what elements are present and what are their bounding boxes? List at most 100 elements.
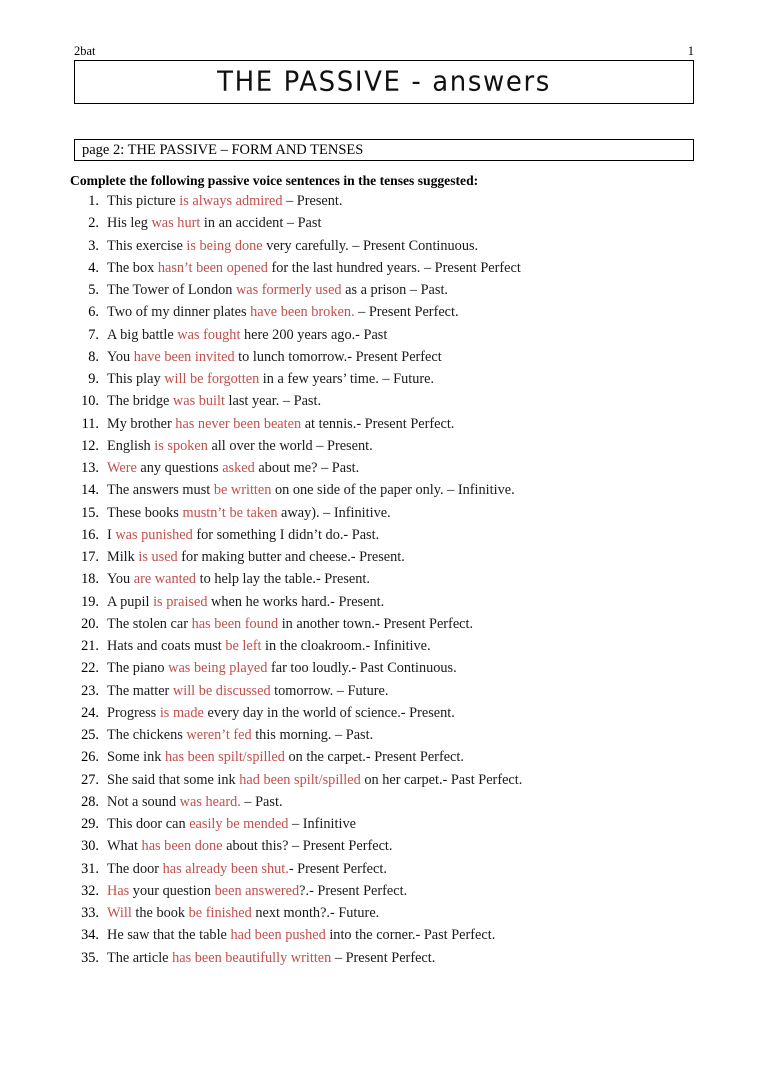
sentence-text: at tennis.- Present Perfect.: [301, 415, 455, 432]
sentence-text: this morning. – Past.: [251, 727, 374, 743]
answer-filled-blank: is made: [159, 704, 204, 721]
answer-filled-blank: weren’t fed: [186, 727, 252, 743]
title-box: THE PASSIVE - answers: [74, 60, 694, 104]
sentence-text: about me? – Past.: [254, 460, 360, 476]
sentence-text: The door: [107, 860, 163, 877]
answer-number: 13.: [81, 460, 99, 476]
answer-filled-blank: have been invited: [133, 348, 235, 365]
sentence-text: Hats and coats must: [107, 638, 226, 654]
sentence-text: as a prison – Past.: [341, 282, 449, 298]
sentence-text: ?.- Present Perfect.: [299, 882, 408, 899]
answer-filled-blank: be left: [225, 638, 262, 654]
answer-number: 3.: [88, 237, 99, 254]
answer-sentence: You are wanted to help lay the table.- P…: [107, 568, 370, 590]
sentence-text: – Past.: [240, 793, 283, 810]
answer-sentence: My brother has never been beaten at tenn…: [107, 413, 454, 435]
sentence-text: in a few years’ time. – Future.: [259, 371, 435, 387]
sentence-text: This exercise: [107, 237, 187, 254]
sentence-text: The matter: [107, 682, 173, 699]
sentence-text: any questions: [136, 460, 223, 476]
sentence-text: Milk: [107, 549, 139, 565]
answer-sentence: He saw that the table had been pushed in…: [107, 924, 495, 946]
sentence-text: Not a sound: [107, 793, 180, 810]
answer-row: 25. The chickens weren’t fed this morning…: [74, 724, 734, 746]
answer-list: 1. This picture is always admired – Prese…: [74, 190, 734, 969]
answer-number: 33.: [81, 905, 99, 921]
answer-row: 26. Some ink has been spilt/spilled on th…: [74, 746, 734, 768]
answer-row: 35. The article has been beautifully writ…: [74, 947, 734, 969]
answer-row: 2. His leg was hurt in an accident – Past: [74, 212, 734, 234]
sentence-text: His leg: [107, 215, 152, 232]
answer-row: 32. Has your question been answered?.- Pr…: [74, 880, 734, 902]
answer-number: 28.: [81, 793, 99, 810]
sentence-text: The chickens: [107, 727, 187, 743]
sentence-text: on one side of the paper only. – Infinit…: [271, 482, 515, 499]
answer-row: 24. Progress is made every day in the wor…: [74, 702, 734, 724]
answer-sentence: The bridge was built last year. – Past.: [107, 390, 321, 412]
answer-row: 18. You are wanted to help lay the table.…: [74, 568, 734, 590]
answer-sentence: This picture is always admired – Present…: [107, 190, 342, 212]
answer-sentence: I was punished for something I didn’t do…: [107, 524, 379, 546]
answer-row: 19. A pupil is praised when he works hard…: [74, 591, 734, 613]
answer-row: 14. The answers must be written on one si…: [74, 479, 734, 501]
sentence-text: The stolen car: [107, 615, 192, 632]
answer-filled-blank: was hurt: [151, 215, 201, 232]
answer-sentence: His leg was hurt in an accident – Past: [107, 212, 321, 234]
answer-sentence: She said that some ink had been spilt/sp…: [107, 769, 522, 791]
answer-number: 14.: [81, 482, 99, 499]
answer-filled-blank: Will: [107, 905, 132, 921]
section-heading: page 2: THE PASSIVE – FORM AND TENSES: [82, 142, 364, 158]
answer-filled-blank: been answered: [214, 882, 300, 899]
answer-row: 33. Will the book be finished next month?…: [74, 902, 734, 924]
answer-sentence: Hats and coats must be left in the cloak…: [107, 635, 431, 657]
answer-number: 20.: [81, 615, 99, 632]
answer-filled-blank: hasn’t been opened: [157, 259, 268, 276]
answer-number: 11.: [81, 415, 99, 432]
answer-filled-blank: had been pushed: [230, 927, 326, 944]
sentence-text: about this? – Present Perfect.: [222, 838, 393, 855]
sentence-text: to lunch tomorrow.- Present Perfect: [234, 348, 442, 365]
answer-sentence: The answers must be written on one side …: [107, 479, 515, 501]
sentence-text: This door can: [107, 816, 190, 832]
answer-row: 34. He saw that the table had been pushed…: [74, 924, 734, 946]
answer-number: 35.: [81, 949, 99, 966]
sentence-text: This play: [107, 371, 165, 387]
answer-sentence: Two of my dinner plates have been broken…: [107, 301, 459, 323]
sentence-text: He saw that the table: [107, 927, 231, 944]
sentence-text: The answers must: [107, 482, 214, 499]
answer-filled-blank: mustn’t be taken: [182, 504, 278, 521]
answer-number: 8.: [88, 348, 99, 365]
answer-row: 20. The stolen car has been found in anot…: [74, 613, 734, 635]
answer-filled-blank: was fought: [177, 326, 241, 343]
sentence-text: in another town.- Present Perfect.: [278, 615, 474, 632]
sentence-text: A big battle: [107, 326, 178, 343]
section-heading-box: page 2: THE PASSIVE – FORM AND TENSES: [74, 139, 694, 161]
sentence-text: here 200 years ago.- Past: [240, 326, 388, 343]
sentence-text: when he works hard.- Present.: [207, 593, 385, 610]
sentence-text: every day in the world of science.- Pres…: [203, 704, 455, 721]
answer-number: 24.: [81, 704, 99, 721]
answer-row: 23. The matter will be discussed tomorrow…: [74, 680, 734, 702]
sentence-text: into the corner.- Past Perfect.: [325, 927, 496, 944]
answer-sentence: This play will be forgotten in a few yea…: [107, 368, 434, 390]
sentence-text: in the cloakroom.- Infinitive.: [261, 638, 431, 654]
sentence-text: tomorrow. – Future.: [270, 682, 389, 699]
answer-row: 8. You have been invited to lunch tomorro…: [74, 346, 734, 368]
sentence-text: The bridge: [107, 393, 173, 410]
answer-sentence: This door can easily be mended – Infinit…: [107, 813, 356, 835]
answer-sentence: Progress is made every day in the world …: [107, 702, 455, 724]
answer-filled-blank: Has: [107, 882, 130, 899]
answer-filled-blank: are wanted: [133, 571, 197, 588]
answer-row: 11. My brother has never been beaten at t…: [74, 413, 734, 435]
answer-filled-blank: has never been beaten: [175, 415, 302, 432]
answer-filled-blank: has already been shut.: [162, 860, 289, 877]
answer-sentence: Has your question been answered?.- Prese…: [107, 880, 407, 902]
answer-number: 25.: [81, 727, 99, 743]
answer-number: 1.: [88, 193, 99, 209]
answer-sentence: Were any questions asked about me? – Pas…: [107, 457, 359, 479]
sentence-text: for something I didn’t do.- Past.: [192, 526, 380, 543]
answer-filled-blank: be written: [213, 482, 272, 499]
sentence-text: What: [107, 838, 142, 855]
document-tag: 2bat: [74, 44, 96, 58]
answer-filled-blank: has been found: [191, 615, 279, 632]
